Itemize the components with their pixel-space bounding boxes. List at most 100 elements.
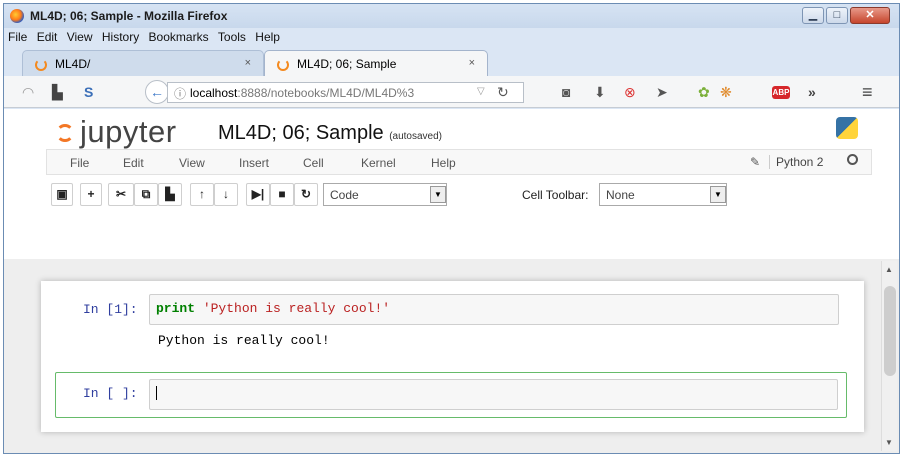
- cell-output: Python is really cool!: [158, 333, 330, 348]
- bookmark-tool-icon[interactable]: ▙: [52, 84, 63, 100]
- url-host: localhost: [190, 86, 238, 100]
- title-bar: ML4D; 06; Sample - Mozilla Firefox ▁ □ ✕: [4, 4, 899, 28]
- site-info-icon[interactable]: ⓘ: [174, 85, 186, 102]
- scroll-down-icon[interactable]: ▼: [885, 438, 893, 447]
- nb-menu-insert[interactable]: Insert: [239, 156, 269, 170]
- nb-menu-cell[interactable]: Cell: [303, 156, 324, 170]
- save-button[interactable]: ▣: [51, 183, 73, 206]
- blocker-icon[interactable]: ⊗: [624, 84, 636, 100]
- notebook-title[interactable]: ML4D; 06; Sample (autosaved): [218, 122, 442, 145]
- tab-notebook[interactable]: ML4D; 06; Sample ×: [264, 50, 488, 76]
- back-button[interactable]: ←: [145, 80, 169, 104]
- copy-button[interactable]: ⧉: [134, 183, 158, 206]
- nb-menu-help[interactable]: Help: [431, 156, 456, 170]
- arrow-down-icon: ↓: [223, 187, 229, 201]
- page-scrollbar[interactable]: ▲ ▼: [881, 261, 897, 451]
- notebook-container: In [1]: print 'Python is really cool!' P…: [41, 281, 864, 432]
- arrow-up-icon: ↑: [199, 187, 205, 201]
- tab-close-icon[interactable]: ×: [469, 57, 475, 69]
- browser-window: ML4D; 06; Sample - Mozilla Firefox ▁ □ ✕…: [3, 3, 900, 454]
- extension-leaf-icon[interactable]: ✿: [698, 84, 710, 100]
- nb-menu-kernel[interactable]: Kernel: [361, 156, 396, 170]
- send-icon[interactable]: ➤: [656, 84, 668, 100]
- hamburger-menu-icon[interactable]: ≡: [862, 83, 873, 101]
- minimize-button[interactable]: ▁: [802, 7, 824, 24]
- nb-menu-edit[interactable]: Edit: [123, 156, 144, 170]
- code-input[interactable]: [149, 379, 838, 410]
- scrollbar-thumb[interactable]: [884, 286, 896, 376]
- back-arrow-icon: ←: [150, 84, 164, 100]
- menu-help[interactable]: Help: [252, 28, 283, 44]
- code-keyword: print: [156, 301, 196, 316]
- minimize-icon: ▁: [808, 9, 818, 21]
- interrupt-button[interactable]: ■: [270, 183, 294, 206]
- extension-fox-icon[interactable]: ❋: [720, 84, 732, 100]
- jupyter-logo[interactable]: jupyter: [56, 114, 177, 150]
- cell-toolbar-value: None: [606, 188, 635, 202]
- menu-tools[interactable]: Tools: [215, 28, 249, 44]
- url-dropdown-icon[interactable]: ▽: [477, 86, 485, 97]
- input-prompt: In [1]:: [83, 302, 138, 317]
- edit-mode-pencil-icon: ✎: [750, 155, 761, 169]
- close-icon: ✕: [865, 9, 875, 21]
- pocket-icon[interactable]: ◙: [562, 84, 570, 100]
- rss-icon[interactable]: ◠: [22, 84, 34, 100]
- text-cursor: [156, 386, 157, 400]
- reload-icon[interactable]: ↻: [497, 84, 509, 101]
- jupyter-logo-text: jupyter: [80, 114, 177, 149]
- close-window-button[interactable]: ✕: [850, 7, 890, 24]
- menu-edit[interactable]: Edit: [34, 28, 61, 44]
- kernel-idle-icon: [847, 154, 858, 165]
- jupyter-header: jupyter ML4D; 06; Sample (autosaved) Fil…: [4, 109, 899, 259]
- cell-toolbar-select[interactable]: None ▼: [599, 183, 727, 206]
- loading-icon: [35, 59, 47, 71]
- move-up-button[interactable]: ↑: [190, 183, 214, 206]
- nb-menu-view[interactable]: View: [179, 156, 205, 170]
- stop-icon: ■: [278, 187, 286, 201]
- tab-label: ML4D/: [55, 57, 91, 71]
- notebook-name[interactable]: ML4D; 06; Sample: [218, 122, 384, 144]
- firefox-icon: [10, 9, 24, 23]
- browser-menubar: File Edit View History Bookmarks Tools H…: [4, 28, 899, 46]
- maximize-button[interactable]: □: [826, 7, 848, 24]
- kernel-name: Python 2: [769, 155, 823, 169]
- menu-bookmarks[interactable]: Bookmarks: [146, 28, 212, 44]
- move-down-button[interactable]: ↓: [214, 183, 238, 206]
- navigation-bar: ◠ ▙ S ← ⓘ localhost:8888/notebooks/ML4D/…: [4, 76, 899, 108]
- code-cell[interactable]: In [1]: print 'Python is really cool!' P…: [55, 294, 847, 348]
- cell-type-select[interactable]: Code ▼: [323, 183, 447, 206]
- run-cell-button[interactable]: ▶|: [246, 183, 270, 206]
- copy-icon: ⧉: [141, 187, 151, 201]
- cell-type-value: Code: [330, 188, 359, 202]
- code-input[interactable]: print 'Python is really cool!': [149, 294, 839, 325]
- paste-button[interactable]: ▙: [158, 183, 182, 206]
- nb-menu-file[interactable]: File: [70, 156, 89, 170]
- window-title: ML4D; 06; Sample - Mozilla Firefox: [30, 9, 228, 23]
- tab-label: ML4D; 06; Sample: [297, 57, 397, 71]
- scissors-icon: ✂: [115, 187, 127, 201]
- url-text: localhost:8888/notebooks/ML4D/ML4D%3: [190, 86, 414, 100]
- save-icon: ▣: [56, 187, 68, 201]
- adblock-icon[interactable]: ABP: [772, 86, 790, 99]
- menu-file[interactable]: File: [4, 28, 30, 44]
- download-icon[interactable]: ⬇: [594, 84, 606, 100]
- scroll-up-icon[interactable]: ▲: [885, 265, 893, 274]
- cut-button[interactable]: ✂: [108, 183, 134, 206]
- menu-view[interactable]: View: [64, 28, 96, 44]
- url-bar[interactable]: ⓘ localhost:8888/notebooks/ML4D/ML4D%3 ▽…: [167, 82, 524, 103]
- extension-s-icon[interactable]: S: [84, 84, 93, 100]
- chevron-down-icon: ▼: [710, 186, 726, 203]
- autosave-status: (autosaved): [389, 131, 443, 142]
- overflow-icon[interactable]: »: [808, 84, 816, 100]
- step-forward-icon: ▶|: [251, 187, 265, 201]
- input-prompt: In [ ]:: [83, 386, 138, 401]
- tab-close-icon[interactable]: ×: [245, 57, 251, 69]
- menu-history[interactable]: History: [99, 28, 142, 44]
- restart-button[interactable]: ↻: [294, 183, 318, 206]
- insert-cell-button[interactable]: +: [80, 183, 102, 206]
- python-logo-icon: [836, 117, 858, 139]
- notebook-menubar: File Edit View Insert Cell Kernel Help ✎…: [46, 149, 872, 175]
- code-cell-selected[interactable]: In [ ]:: [55, 372, 847, 418]
- tab-ml4d[interactable]: ML4D/ ×: [22, 50, 264, 76]
- plus-icon: +: [87, 187, 95, 201]
